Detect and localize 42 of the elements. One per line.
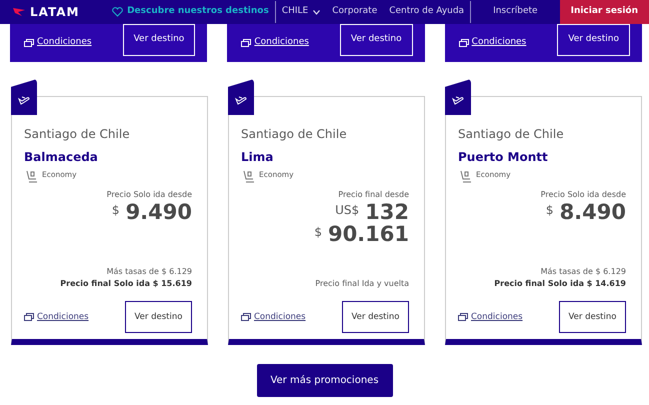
destination-city: Lima [241,149,274,166]
currency: $ [112,204,120,217]
price-label: Precio final desde [337,189,409,201]
price-label: Precio Solo ida desde [540,189,626,201]
currency: US$ [335,204,360,217]
currency: $ [546,204,554,217]
origin-city: Santiago de Chile [24,126,131,143]
conditions-link[interactable]: Condiciones [458,36,526,50]
origin-city: Santiago de Chile [458,126,565,143]
discover-link[interactable]: Descubre nuestros destinos [106,0,275,24]
view-destination-button[interactable]: Ver destino [342,301,409,333]
destination-city: Puerto Montt [458,149,549,166]
nav-link[interactable]: Centro de Ayuda [383,0,470,24]
conditions-link[interactable]: Condiciones [24,310,89,324]
conditions-link[interactable]: Condiciones [458,310,523,324]
login-button[interactable]: Iniciar sesión [560,0,649,24]
conditions-link[interactable]: Condiciones [24,36,92,50]
view-destination-button[interactable]: Ver destino [557,24,630,56]
price-label: Precio Solo ida desde [106,189,192,201]
brand-name[interactable]: LATAM [30,3,80,21]
conditions-link[interactable]: Condiciones [241,310,306,324]
conditions-link[interactable]: Condiciones [241,36,309,50]
view-destination-button[interactable]: Ver destino [122,24,196,56]
price-amount: 8.490 [560,201,626,224]
price-note: Precio final Ida y vuelta [314,278,409,290]
price-note: Más tasas de $ 6.129 [106,266,192,278]
currency: $ [314,226,322,239]
view-destination-button[interactable]: Ver destino [125,301,192,333]
price-amount: 9.490 [126,201,192,224]
price-amount: 132 [365,201,409,224]
origin-city: Santiago de Chile [241,126,348,143]
destination-city: Balmaceda [24,149,99,166]
more-promotions-button[interactable]: Ver más promociones [256,364,392,397]
view-destination-button[interactable]: Ver destino [559,301,626,333]
final-price: Precio final Solo ida $ 14.619 [493,278,626,290]
price-note: Más tasas de $ 6.129 [540,266,626,278]
final-price: Precio final Solo ida $ 15.619 [59,278,192,290]
view-destination-button[interactable]: Ver destino [340,24,413,56]
signup-link[interactable]: Inscríbete [471,0,560,24]
country-dropdown[interactable]: CHILE [276,0,326,24]
nav-link[interactable]: Corporate [326,0,384,24]
price-amount: 90.161 [328,223,409,246]
